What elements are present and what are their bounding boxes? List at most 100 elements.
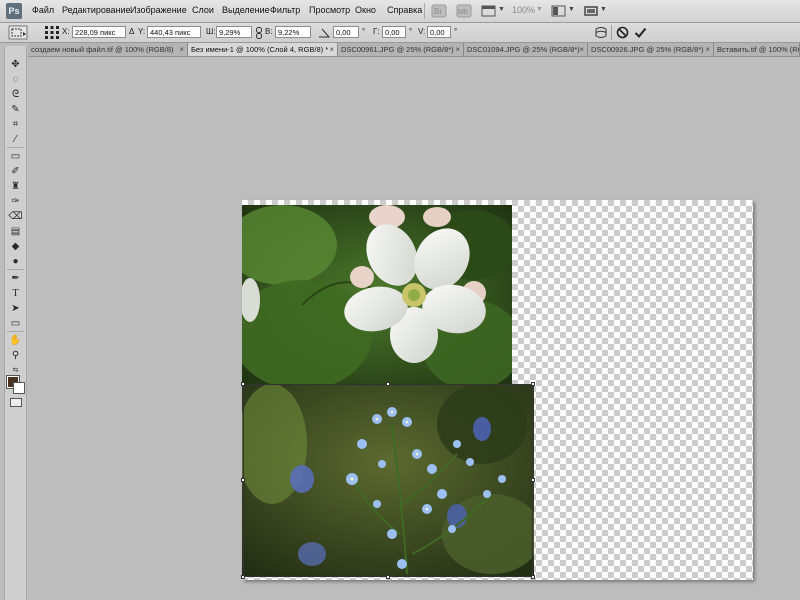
dodge-tool-icon[interactable]: ● [7, 255, 24, 268]
close-icon[interactable]: × [705, 43, 710, 56]
w-label: Ш: [206, 27, 216, 36]
menu-image[interactable]: Изображение [130, 5, 187, 15]
brush-tool-icon[interactable]: ✐ [7, 165, 24, 178]
degree-unit: ° [362, 27, 366, 36]
photoshop-logo: Ps [6, 3, 22, 19]
toolbar-divider [7, 331, 24, 332]
clone-stamp-tool-icon[interactable]: ♜ [7, 180, 24, 193]
degree-unit: ° [409, 27, 413, 36]
width-field[interactable]: 9,29% [216, 26, 252, 38]
link-icon[interactable] [255, 27, 263, 39]
horizontal-skew-field[interactable]: 0,00 [382, 26, 406, 38]
reference-point-icon[interactable] [44, 25, 60, 40]
apple-blossom-image [242, 205, 512, 384]
options-bar: X: 228,09 пикс Δ Y: 440,43 пикс Ш: 9,29%… [0, 23, 800, 43]
chevron-down-icon[interactable]: ▼ [536, 6, 543, 13]
horizontal-skew-label: Г: [373, 27, 380, 36]
tab-document[interactable]: Вставить.tif @ 100% (RGB/8) [714, 43, 800, 56]
hand-tool-icon[interactable]: ✋ [7, 334, 24, 347]
close-icon[interactable]: × [455, 43, 460, 56]
tab-document[interactable]: создаем новый файл.tif @ 100% (RGB/8) × [28, 43, 188, 56]
transform-handle-bottom-right[interactable] [531, 575, 535, 579]
blur-tool-icon[interactable]: ◆ [7, 240, 24, 253]
tab-document[interactable]: DSC00926.JPG @ 25% (RGB/8*) × [588, 43, 714, 56]
x-position-field[interactable]: 228,09 пикс [72, 26, 126, 38]
lasso-tool-icon[interactable]: ᘓ [7, 88, 24, 101]
angle-field[interactable]: 0,00 [333, 26, 359, 38]
toolbar-divider [7, 269, 24, 270]
shape-tool-icon[interactable]: ▭ [7, 317, 24, 330]
quick-mask-icon[interactable] [10, 398, 22, 407]
tab-label: Без имени-1 @ 100% (Слой 4, RGB/8) * [191, 45, 329, 54]
menu-window[interactable]: Окно [355, 5, 376, 15]
menu-help[interactable]: Справка [387, 5, 422, 15]
x-label: X: [62, 27, 70, 36]
toolbar-divider [7, 147, 24, 148]
screen-mode-icon[interactable] [582, 4, 600, 18]
warp-mode-icon[interactable] [594, 26, 608, 39]
crop-tool-icon[interactable]: ⌗ [7, 118, 24, 131]
menu-filter[interactable]: Фильтр [270, 5, 300, 15]
chevron-down-icon[interactable]: ▼ [568, 6, 575, 13]
document-tabs: создаем новый файл.tif @ 100% (RGB/8) × … [28, 43, 800, 57]
transform-handle-top[interactable] [386, 382, 390, 386]
eyedropper-tool-icon[interactable]: ⁄ [7, 133, 24, 146]
tab-document[interactable]: DSC01094.JPG @ 25% (RGB/8*) × [464, 43, 588, 56]
h-label: В: [265, 27, 273, 36]
move-tool-icon[interactable]: ✥ [7, 58, 24, 71]
menu-layers[interactable]: Слои [192, 5, 214, 15]
quick-selection-tool-icon[interactable]: ✎ [7, 103, 24, 116]
healing-brush-tool-icon[interactable]: ▭ [7, 150, 24, 163]
transform-handle-top-left[interactable] [241, 382, 245, 386]
height-field[interactable]: 9,22% [275, 26, 311, 38]
marquee-tool-icon[interactable]: ◌ [7, 73, 24, 86]
menu-view[interactable]: Просмотр [309, 5, 350, 15]
type-tool-icon[interactable]: T [7, 287, 24, 300]
chevron-down-icon[interactable]: ▼ [600, 6, 607, 13]
forget-me-not-photo-layer[interactable] [242, 384, 534, 577]
apple-blossom-photo-layer[interactable] [242, 205, 512, 384]
close-icon[interactable]: × [179, 43, 184, 56]
path-selection-tool-icon[interactable]: ➤ [7, 302, 24, 315]
tool-preset-icon[interactable] [8, 25, 28, 40]
transform-handle-bottom-left[interactable] [241, 575, 245, 579]
history-brush-tool-icon[interactable]: ✑ [7, 195, 24, 208]
transform-handle-bottom[interactable] [386, 575, 390, 579]
menu-bar: Ps Файл Редактирование Изображение Слои … [0, 0, 800, 23]
chevron-down-icon[interactable]: ▼ [498, 6, 505, 13]
menu-edit[interactable]: Редактирование [62, 5, 131, 15]
y-label: Y: [138, 27, 146, 36]
cancel-transform-icon[interactable] [616, 26, 629, 39]
menu-select[interactable]: Выделение [222, 5, 270, 15]
transform-handle-right[interactable] [531, 478, 535, 482]
tab-document[interactable]: DSC00961.JPG @ 25% (RGB/8*) × [338, 43, 464, 56]
eraser-tool-icon[interactable]: ⌫ [7, 210, 24, 223]
close-icon[interactable]: × [579, 43, 584, 56]
background-color-swatch[interactable] [13, 382, 25, 394]
relative-position-icon[interactable]: Δ [129, 27, 134, 36]
tab-document-active[interactable]: Без имени-1 @ 100% (Слой 4, RGB/8) * × [188, 43, 338, 56]
pen-tool-icon[interactable]: ✒ [7, 272, 24, 285]
arrange-documents-icon[interactable] [550, 4, 568, 18]
degree-unit: ° [454, 27, 458, 36]
tab-label: DSC00961.JPG @ 25% (RGB/8*) [341, 45, 454, 54]
tab-label: создаем новый файл.tif @ 100% (RGB/8) [31, 45, 174, 54]
transform-handle-left[interactable] [241, 478, 245, 482]
mini-bridge-icon[interactable]: Mb [455, 4, 473, 18]
tab-label: Вставить.tif @ 100% (RGB/8) [717, 45, 799, 54]
y-position-field[interactable]: 440,43 пикс [147, 26, 201, 38]
zoom-tool-icon[interactable]: ⚲ [7, 349, 24, 362]
transform-handle-top-right[interactable] [531, 382, 535, 386]
forget-me-not-image [242, 384, 534, 577]
vertical-skew-field[interactable]: 0,00 [427, 26, 451, 38]
close-icon[interactable]: × [329, 43, 334, 56]
tools-panel: ✥ ◌ ᘓ ✎ ⌗ ⁄ ▭ ✐ ♜ ✑ ⌫ ▤ ◆ ● ✒ T ➤ ▭ ✋ ⚲ … [4, 46, 27, 600]
gradient-tool-icon[interactable]: ▤ [7, 225, 24, 238]
commit-transform-icon[interactable] [634, 26, 647, 39]
view-extras-icon[interactable] [480, 4, 498, 18]
bridge-icon[interactable]: Br [430, 4, 448, 18]
tab-label: DSC01094.JPG @ 25% (RGB/8*) [467, 45, 580, 54]
menu-file[interactable]: Файл [32, 5, 54, 15]
rotate-icon [319, 28, 330, 38]
zoom-level[interactable]: 100% [512, 5, 535, 15]
